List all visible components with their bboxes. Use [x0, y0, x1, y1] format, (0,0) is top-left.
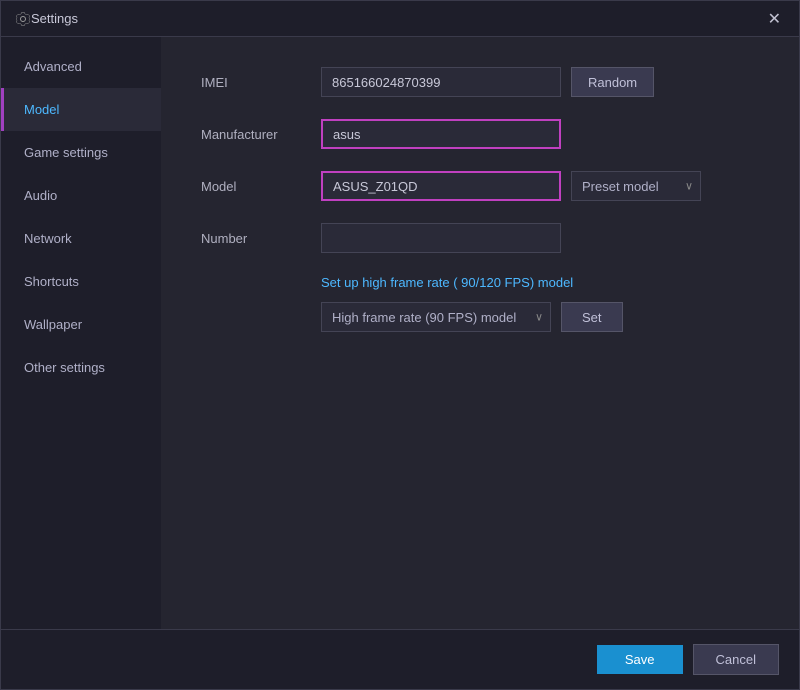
fps-select[interactable]: High frame rate (90 FPS) model [321, 302, 551, 332]
footer: Save Cancel [1, 629, 799, 689]
model-row: Model Preset model [201, 171, 759, 201]
manufacturer-label: Manufacturer [201, 127, 321, 142]
settings-dialog: Settings ✕ Advanced Model Game settings … [0, 0, 800, 690]
imei-label: IMEI [201, 75, 321, 90]
save-button[interactable]: Save [597, 645, 683, 674]
random-button[interactable]: Random [571, 67, 654, 97]
preset-model-wrapper: Preset model [561, 171, 701, 201]
close-button[interactable]: ✕ [764, 7, 785, 31]
model-input[interactable] [321, 171, 561, 201]
sidebar-item-advanced[interactable]: Advanced [1, 45, 161, 88]
main-layout: Advanced Model Game settings Audio Netwo… [1, 37, 799, 629]
high-fps-row: High frame rate (90 FPS) model Set [321, 302, 759, 332]
cancel-button[interactable]: Cancel [693, 644, 779, 675]
number-row: Number [201, 223, 759, 253]
title-bar: Settings ✕ [1, 1, 799, 37]
sidebar-item-network[interactable]: Network [1, 217, 161, 260]
sidebar-item-game-settings[interactable]: Game settings [1, 131, 161, 174]
imei-row: IMEI Random [201, 67, 759, 97]
sidebar-item-audio[interactable]: Audio [1, 174, 161, 217]
dialog-title: Settings [31, 11, 764, 26]
content-area: IMEI Random Manufacturer Model Preset mo… [161, 37, 799, 629]
set-button[interactable]: Set [561, 302, 623, 332]
number-input[interactable] [321, 223, 561, 253]
sidebar-item-shortcuts[interactable]: Shortcuts [1, 260, 161, 303]
preset-model-select[interactable]: Preset model [571, 171, 701, 201]
fps-dropdown-wrapper: High frame rate (90 FPS) model [321, 302, 551, 332]
manufacturer-row: Manufacturer [201, 119, 759, 149]
sidebar-item-other-settings[interactable]: Other settings [1, 346, 161, 389]
manufacturer-input[interactable] [321, 119, 561, 149]
model-label: Model [201, 179, 321, 194]
imei-input[interactable] [321, 67, 561, 97]
gear-icon [15, 11, 31, 27]
sidebar: Advanced Model Game settings Audio Netwo… [1, 37, 161, 629]
high-fps-link[interactable]: Set up high frame rate ( 90/120 FPS) mod… [321, 275, 759, 290]
number-label: Number [201, 231, 321, 246]
sidebar-item-wallpaper[interactable]: Wallpaper [1, 303, 161, 346]
sidebar-item-model[interactable]: Model [1, 88, 161, 131]
